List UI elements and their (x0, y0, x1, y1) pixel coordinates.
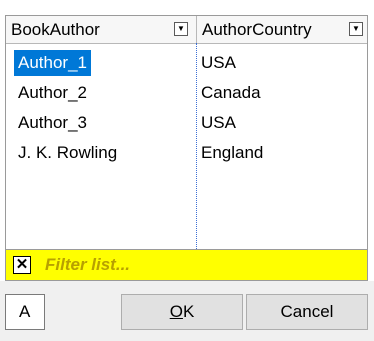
table-row[interactable]: Author_1 USA (6, 48, 367, 78)
cell-country[interactable]: USA (201, 108, 236, 138)
column-header-label: BookAuthor (11, 20, 100, 39)
cell-country[interactable]: England (201, 138, 263, 168)
filter-bar[interactable]: ✕ Filter list... (5, 250, 368, 281)
column-header-bookauthor[interactable]: BookAuthor ▼ (6, 16, 196, 43)
ok-button[interactable]: OK (121, 294, 243, 330)
column-header-authorcountry[interactable]: AuthorCountry ▼ (196, 16, 367, 43)
ok-mnemonic: O (169, 302, 183, 321)
cell-author[interactable]: J. K. Rowling (18, 138, 117, 168)
a-button[interactable]: A (5, 294, 45, 330)
column-header-row: BookAuthor ▼ AuthorCountry ▼ (6, 16, 367, 44)
chevron-down-icon[interactable]: ▼ (174, 22, 188, 36)
table-row[interactable]: Author_3 USA (6, 108, 367, 138)
cell-author[interactable]: Author_1 (14, 50, 91, 76)
filter-input[interactable]: Filter list... (45, 250, 130, 280)
close-icon[interactable]: ✕ (13, 256, 31, 274)
cell-author[interactable]: Author_3 (18, 108, 87, 138)
lookup-list: BookAuthor ▼ AuthorCountry ▼ Author_1 US… (5, 15, 368, 250)
button-bar: A OK Cancel (0, 281, 374, 341)
cell-country[interactable]: Canada (201, 78, 261, 108)
cancel-button[interactable]: Cancel (246, 294, 368, 330)
chevron-down-icon[interactable]: ▼ (349, 22, 363, 36)
ok-label-rest: K (182, 302, 195, 321)
table-row[interactable]: Author_2 Canada (6, 78, 367, 108)
cell-author[interactable]: Author_2 (18, 78, 87, 108)
cell-country[interactable]: USA (201, 48, 236, 78)
table-row[interactable]: J. K. Rowling England (6, 138, 367, 168)
column-header-label: AuthorCountry (202, 20, 312, 39)
